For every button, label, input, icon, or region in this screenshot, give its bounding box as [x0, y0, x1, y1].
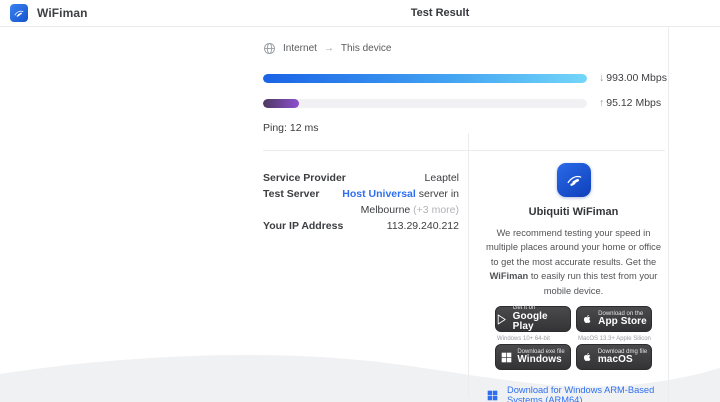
content-right-border: [668, 27, 669, 402]
app-store-big-label: App Store: [598, 315, 647, 327]
route-arrow-icon: →: [323, 43, 334, 54]
test-server-label: Test Server: [263, 188, 320, 200]
upload-arrow-icon: ↑: [599, 97, 605, 109]
test-server-link[interactable]: Host Universal: [342, 188, 416, 200]
route-from: Internet: [283, 43, 317, 54]
main-content: Internet → This device ↓ 993.00 Mbps ↑ 95.…: [263, 27, 667, 402]
service-provider-value: Leaptel: [424, 172, 459, 184]
promo-description: We recommend testing your speed in multi…: [482, 226, 665, 298]
app-title: WiFiman: [37, 6, 88, 20]
mobile-badge-row: Get it on Google Play Download on the Ap…: [482, 305, 665, 333]
windows-wrap: Windows 10+ 64-bit Download exe file Win…: [495, 336, 571, 371]
app-store-wrap: Download on the App Store: [576, 306, 652, 333]
google-play-wrap: Get it on Google Play: [495, 305, 571, 333]
macos-big-label: macOS: [597, 353, 633, 365]
test-server-city: Melbourne: [360, 204, 411, 216]
wifiman-app-icon: [556, 163, 591, 197]
ip-address-label: Your IP Address: [263, 220, 344, 232]
test-server-row: Test Server Host Universal server in Mel…: [263, 186, 459, 218]
wifiman-promo-panel: Ubiquiti WiFiman We recommend testing yo…: [482, 151, 665, 402]
ping-value: Ping: 12 ms: [263, 122, 319, 134]
download-link-label: Download for Windows ARM-Based Systems (…: [507, 385, 655, 402]
google-play-button[interactable]: Get it on Google Play: [495, 305, 571, 333]
wifiman-logo-icon: [10, 4, 28, 22]
upload-speed-row: ↑ 95.12 Mbps: [263, 97, 665, 109]
apple-icon: [583, 353, 591, 362]
google-play-icon: [497, 314, 506, 324]
download-speed-row: ↓ 993.00 Mbps: [263, 72, 667, 84]
apple-icon: [584, 315, 591, 324]
brand[interactable]: WiFiman: [10, 4, 88, 22]
windows-download-button[interactable]: Download exe file Windows: [495, 344, 571, 371]
upload-speed-value: ↑ 95.12 Mbps: [599, 97, 665, 109]
promo-desc-part2: to easily run this test from your mobile…: [528, 271, 658, 296]
google-play-big-label: Google Play: [512, 310, 548, 333]
download-links: Download for Windows ARM-Based Systems (…: [482, 385, 665, 402]
download-bar-track: [263, 73, 587, 83]
download-bar-fill: [263, 73, 587, 83]
windows-requirement-label: Windows 10+ 64-bit: [497, 336, 550, 343]
wifiman-test-result-page: WiFiman Test Result Internet → This devi…: [0, 0, 720, 402]
promo-title: Ubiquiti WiFiman: [528, 206, 619, 218]
download-speed-value: ↓ 993.00 Mbps: [599, 72, 667, 84]
app-store-button[interactable]: Download on the App Store: [576, 306, 652, 333]
desktop-badge-row: Windows 10+ 64-bit Download exe file Win…: [482, 336, 665, 371]
page-title: Test Result: [410, 7, 470, 19]
globe-icon: [264, 43, 275, 54]
download-arrow-icon: ↓: [599, 72, 605, 84]
test-server-more[interactable]: (+3 more): [410, 204, 459, 216]
route-to: This device: [340, 43, 392, 54]
test-server-suffix: server in: [415, 188, 459, 200]
columns-divider: [468, 133, 469, 398]
macos-download-button[interactable]: Download dmg file macOS: [576, 344, 652, 371]
service-provider-label: Service Provider: [263, 172, 346, 184]
macos-wrap: MacOS 13.3+ Apple Silicon Download dmg f…: [576, 336, 652, 371]
connection-details: Service Provider Leaptel Test Server Hos…: [263, 151, 459, 402]
details-columns: Service Provider Leaptel Test Server Hos…: [263, 151, 665, 402]
route-row: Internet → This device: [263, 42, 665, 55]
upload-speed-text: 95.12 Mbps: [606, 97, 662, 109]
top-header: WiFiman Test Result: [0, 0, 720, 27]
upload-bar-fill: [263, 98, 299, 108]
windows-big-label: Windows: [517, 353, 562, 365]
store-badges: Get it on Google Play Download on the Ap…: [482, 305, 665, 371]
upload-bar-track: [263, 98, 587, 108]
download-link-windows-arm[interactable]: Download for Windows ARM-Based Systems (…: [487, 385, 665, 402]
windows-icon: [487, 390, 498, 401]
macos-requirement-label: MacOS 13.3+ Apple Silicon: [578, 336, 651, 343]
ip-address-row: Your IP Address 113.29.240.212: [263, 218, 459, 234]
test-server-value: Host Universal server in Melbourne (+3 m…: [342, 186, 459, 218]
service-provider-row: Service Provider Leaptel: [263, 170, 459, 186]
promo-desc-part1: We recommend testing your speed in multi…: [485, 228, 662, 267]
promo-desc-bold: WiFiman: [489, 271, 529, 282]
ip-address-value: 113.29.240.212: [386, 220, 459, 232]
download-speed-text: 993.00 Mbps: [606, 72, 667, 84]
windows-icon: [502, 352, 512, 362]
